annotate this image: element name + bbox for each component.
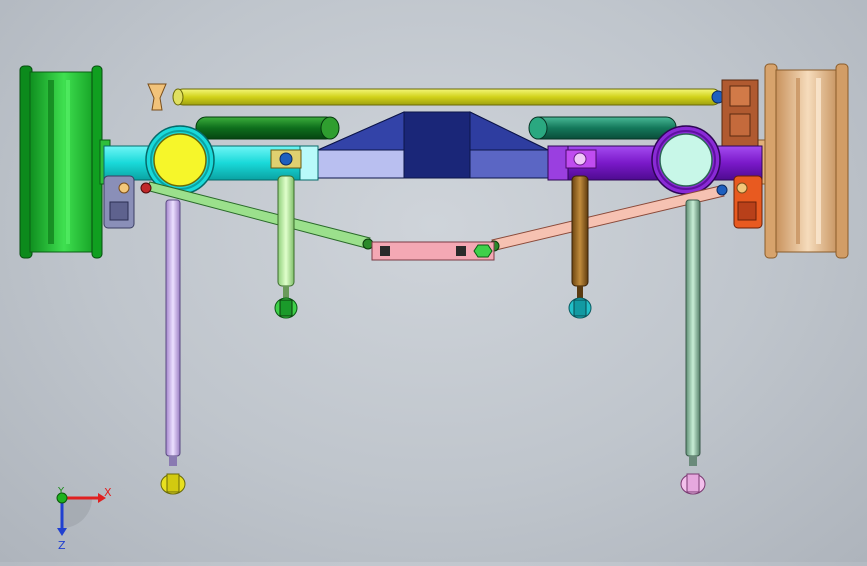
bump-stop-left <box>147 83 167 111</box>
assembly-drawing: X Y Z <box>19 63 849 552</box>
panhard-rod[interactable] <box>172 88 725 106</box>
z-axis-label: Z <box>58 539 66 552</box>
right-brake-caliper <box>733 175 763 229</box>
left-upper-tube[interactable] <box>195 116 340 140</box>
right-wheel-rim[interactable] <box>756 63 849 259</box>
left-long-rod[interactable] <box>160 199 186 495</box>
right-long-rod[interactable] <box>680 199 706 495</box>
x-axis-label: X <box>104 486 112 499</box>
coordinate-triad: X Y Z <box>56 486 112 552</box>
differential-housing[interactable] <box>317 111 549 179</box>
left-brake-caliper <box>103 175 135 229</box>
right-upper-tube[interactable] <box>528 116 677 140</box>
center-link-bar[interactable] <box>371 241 495 261</box>
cad-3d-viewport[interactable]: X Y Z <box>0 0 867 562</box>
right-bracket <box>721 79 759 149</box>
left-wheel-rim[interactable] <box>19 65 111 259</box>
y-axis-label: Y <box>57 486 65 497</box>
